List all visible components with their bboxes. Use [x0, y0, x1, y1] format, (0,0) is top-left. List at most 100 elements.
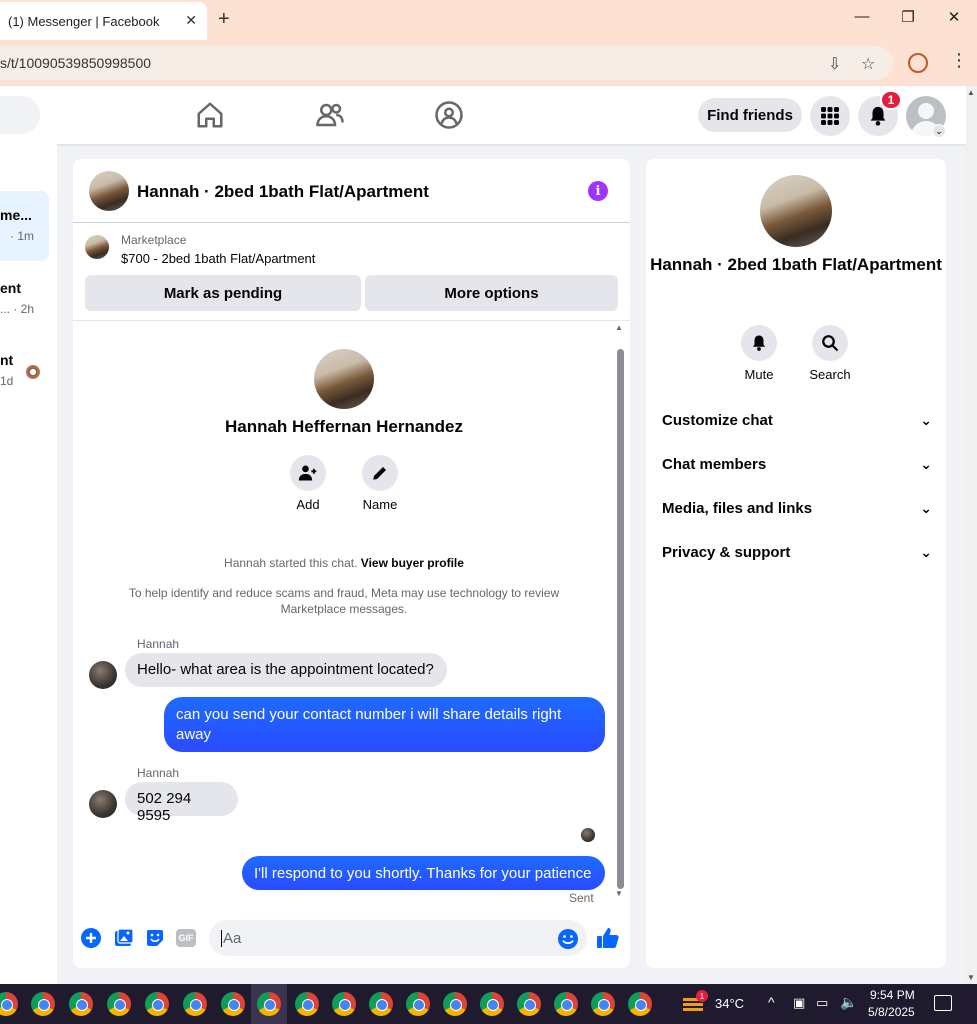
chat-list-item[interactable]: nt 1d: [0, 340, 49, 410]
more-options-button[interactable]: More options: [365, 275, 618, 311]
chrome-app-icon[interactable]: [332, 992, 356, 1016]
chat-avatar[interactable]: [89, 171, 129, 211]
chat-name: me...: [0, 207, 32, 223]
chrome-app-icon[interactable]: [369, 992, 393, 1016]
temperature[interactable]: 34°C: [715, 996, 744, 1011]
notification-badge: 1: [880, 90, 902, 110]
chrome-app-icon[interactable]: [31, 992, 55, 1016]
profile-name: Hannah Heffernan Hernandez: [224, 417, 464, 436]
notification-center-icon[interactable]: [934, 995, 952, 1011]
chrome-app-icon[interactable]: [628, 992, 652, 1016]
profile-avatar[interactable]: [314, 349, 374, 409]
groups-icon[interactable]: [434, 100, 464, 130]
edit-name-button[interactable]: [362, 455, 398, 491]
search-icon: [822, 335, 839, 352]
chat-list-item[interactable]: me... · 1m: [0, 191, 49, 261]
chat-time: 1d: [0, 374, 14, 388]
sticker-icon[interactable]: [145, 928, 165, 948]
browser-tab-strip: (1) Messenger | Facebook ✕ + — ❐ ✕: [0, 0, 977, 40]
incoming-message[interactable]: 502 294 9595: [125, 782, 238, 824]
clock-date[interactable]: 5/8/2025: [868, 1005, 915, 1019]
weather-icon[interactable]: 1: [683, 990, 708, 1012]
minimize-icon[interactable]: —: [852, 8, 872, 25]
network-icon[interactable]: ▭: [816, 995, 828, 1011]
chrome-app-icon[interactable]: [480, 992, 504, 1016]
new-tab-icon[interactable]: +: [218, 8, 230, 31]
chevron-up-icon[interactable]: ^: [768, 994, 775, 1010]
browser-menu-icon[interactable]: ⋮: [950, 50, 968, 71]
search-icon-button[interactable]: [812, 325, 848, 361]
grid-icon: [821, 107, 839, 125]
chrome-app-icon[interactable]: [69, 992, 93, 1016]
clock-time[interactable]: 9:54 PM: [870, 988, 915, 1002]
gif-icon[interactable]: GIF: [176, 929, 196, 947]
chevron-down-icon[interactable]: ⌄: [932, 124, 946, 138]
customize-chat-row[interactable]: Customize chat ⌄: [662, 408, 932, 432]
chrome-app-icon[interactable]: [554, 992, 578, 1016]
browser-tab[interactable]: (1) Messenger | Facebook ✕: [0, 2, 207, 40]
page-scrollbar[interactable]: ▲ ▼: [966, 86, 977, 984]
started-text: Hannah started this chat.: [224, 556, 358, 570]
chat-header: Hannah · 2bed 1bath Flat/Apartment i: [73, 159, 630, 223]
find-friends-button[interactable]: Find friends: [698, 98, 802, 132]
profile-icon[interactable]: [908, 53, 928, 73]
pencil-icon: [373, 467, 386, 480]
menu-grid-button[interactable]: [810, 96, 850, 136]
sender-avatar[interactable]: [89, 790, 117, 818]
chevron-down-icon: ⌄: [920, 499, 932, 516]
conversation-avatar[interactable]: [760, 175, 832, 247]
photo-icon[interactable]: [114, 928, 134, 948]
outgoing-message[interactable]: I'll respond to you shortly. Thanks for …: [242, 856, 605, 890]
mute-button[interactable]: Mute: [729, 325, 789, 382]
chat-name: nt: [0, 352, 14, 368]
close-tab-icon[interactable]: ✕: [185, 12, 197, 29]
friends-icon[interactable]: [315, 100, 345, 130]
chrome-app-icon[interactable]: [0, 992, 18, 1016]
bookmark-star-icon[interactable]: ☆: [861, 54, 875, 74]
privacy-support-row[interactable]: Privacy & support ⌄: [662, 540, 932, 564]
mute-icon-button[interactable]: [741, 325, 777, 361]
chrome-app-icon[interactable]: [257, 992, 281, 1016]
home-icon[interactable]: [195, 100, 225, 130]
media-files-links-row[interactable]: Media, files and links ⌄: [662, 496, 932, 520]
search-conversation-button[interactable]: Search: [800, 325, 860, 382]
chrome-app-icon[interactable]: [221, 992, 245, 1016]
outgoing-message[interactable]: can you send your contact number i will …: [164, 697, 605, 752]
install-app-icon[interactable]: ⇩: [828, 54, 841, 74]
volume-icon[interactable]: 🔈: [840, 994, 857, 1011]
info-icon[interactable]: i: [588, 181, 608, 201]
add-person-button[interactable]: [290, 455, 326, 491]
thumbs-up-icon[interactable]: [596, 926, 620, 950]
sender-avatar[interactable]: [89, 661, 117, 689]
chrome-app-icon[interactable]: [145, 992, 169, 1016]
sent-status: Sent: [569, 891, 594, 905]
message-thread[interactable]: Hannah Heffernan Hernandez Add Name Hann…: [73, 321, 630, 911]
emoji-icon[interactable]: [557, 928, 579, 950]
chat-title[interactable]: Hannah · 2bed 1bath Flat/Apartment: [137, 182, 429, 202]
message-input[interactable]: Aa: [209, 920, 587, 956]
view-buyer-profile-link[interactable]: View buyer profile: [361, 556, 464, 570]
search-input[interactable]: [0, 96, 40, 134]
listing-thumbnail[interactable]: [85, 235, 109, 259]
mark-as-pending-button[interactable]: Mark as pending: [85, 275, 361, 311]
chat-scroll-thumb[interactable]: [617, 349, 624, 889]
chat-members-row[interactable]: Chat members ⌄: [662, 452, 932, 476]
section-label: Media, files and links: [662, 499, 813, 517]
chrome-app-icon[interactable]: [406, 992, 430, 1016]
close-window-icon[interactable]: ✕: [944, 8, 964, 26]
chrome-app-icon[interactable]: [183, 992, 207, 1016]
chrome-app-icon[interactable]: [591, 992, 615, 1016]
restore-icon[interactable]: ❐: [898, 8, 918, 26]
chrome-app-icon[interactable]: [107, 992, 131, 1016]
incoming-message[interactable]: Hello- what area is the appointment loca…: [125, 653, 447, 687]
meet-icon[interactable]: ▣: [793, 995, 805, 1011]
chrome-app-icon[interactable]: [443, 992, 467, 1016]
chat-panel: Hannah · 2bed 1bath Flat/Apartment i Mar…: [73, 159, 630, 968]
plus-icon[interactable]: [81, 928, 101, 948]
listing-title[interactable]: $700 - 2bed 1bath Flat/Apartment: [121, 251, 315, 266]
chrome-app-icon[interactable]: [295, 992, 319, 1016]
chat-list-item[interactable]: ent ... · 2h: [0, 267, 49, 337]
tab-title: (1) Messenger | Facebook: [8, 13, 160, 29]
address-bar[interactable]: s/t/10090539850998500 ⇩ ☆: [0, 46, 893, 80]
chrome-app-icon[interactable]: [517, 992, 541, 1016]
